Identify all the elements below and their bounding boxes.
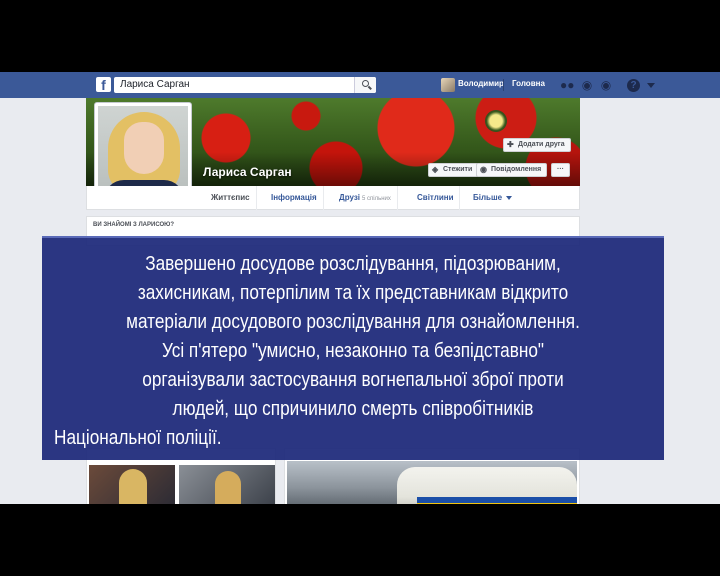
follow-label: Стежити [443,166,473,173]
rss-icon: ◈ [432,165,439,174]
message-button[interactable]: ◉ Повідомлення [476,163,548,177]
messages-icon[interactable]: ◉ [580,78,594,92]
messenger-icon: ◉ [480,165,487,174]
search-button[interactable] [354,77,376,93]
help-icon[interactable]: ? [627,79,640,92]
profile-picture [98,106,188,196]
nav-user-name[interactable]: Володимир [458,79,504,88]
more-options-button[interactable]: ··· [551,163,570,177]
tab-photos[interactable]: Світлини [411,186,461,210]
news-caption-banner: Завершено досудове розслідування, підозр… [42,236,664,460]
caption-line: Національної поліції. [54,427,222,449]
tab-info-label: Інформація [271,193,317,202]
caption-line: матеріали досудового розслідування для о… [126,311,580,333]
facebook-logo-icon[interactable]: f [96,77,111,92]
search-box[interactable]: Лариса Сарган [114,77,376,93]
do-you-know-label: ВИ ЗНАЙОМІ З ЛАРИСОЮ? [93,222,175,228]
more-options-label: ··· [557,166,564,173]
mutual-friends-count: 5 спільних [362,196,391,202]
search-icon [362,80,369,87]
facebook-top-bar: f Лариса Сарган Володимир Головна ●● ◉ ◉… [0,72,720,98]
add-friend-button[interactable]: ✚ Додати друга [503,138,571,152]
caption-line: захисникам, потерпілим та їх представник… [137,282,569,304]
tab-friends[interactable]: Друзі 5 спільних [333,186,398,210]
search-input[interactable]: Лариса Сарган [120,78,190,92]
profile-tab-bar: Життєпис Інформація Друзі 5 спільних Світ… [86,186,580,210]
tab-info[interactable]: Інформація [265,186,324,210]
tab-timeline[interactable]: Життєпис [205,186,257,210]
friends-icon[interactable]: ●● [560,78,575,92]
profile-name[interactable]: Лариса Сарган [203,165,292,179]
caption-line: людей, що спричинило смерть співробітник… [172,398,534,420]
add-friend-label: Додати друга [518,141,565,148]
follow-button[interactable]: ◈ Стежити [428,163,479,177]
caption-line: Усі п'ятеро "умисно, незаконно та безпід… [161,340,545,362]
globe-icon[interactable]: ◉ [599,78,613,92]
message-label: Повідомлення [491,166,542,173]
police-car-photo[interactable] [287,461,577,504]
tab-photos-label: Світлини [417,193,454,202]
tab-more[interactable]: Більше [467,186,518,210]
chevron-down-icon[interactable] [647,83,655,88]
caption-line: організували застосування вогнепальної з… [142,369,564,391]
poppy-image [485,110,507,132]
photo-thumbnail[interactable] [179,465,275,504]
tab-friends-label: Друзі [339,193,361,202]
tab-timeline-label: Життєпис [211,193,250,202]
photo-thumbnail[interactable] [89,465,175,504]
nav-home-link[interactable]: Головна [512,79,545,88]
caption-line: Завершено досудове розслідування, підозр… [145,253,561,275]
chevron-down-icon [506,195,513,200]
nav-divider [503,79,504,91]
tab-more-label: Більше [473,193,503,202]
add-friend-icon: ✚ [507,140,514,149]
avatar[interactable] [441,78,455,92]
